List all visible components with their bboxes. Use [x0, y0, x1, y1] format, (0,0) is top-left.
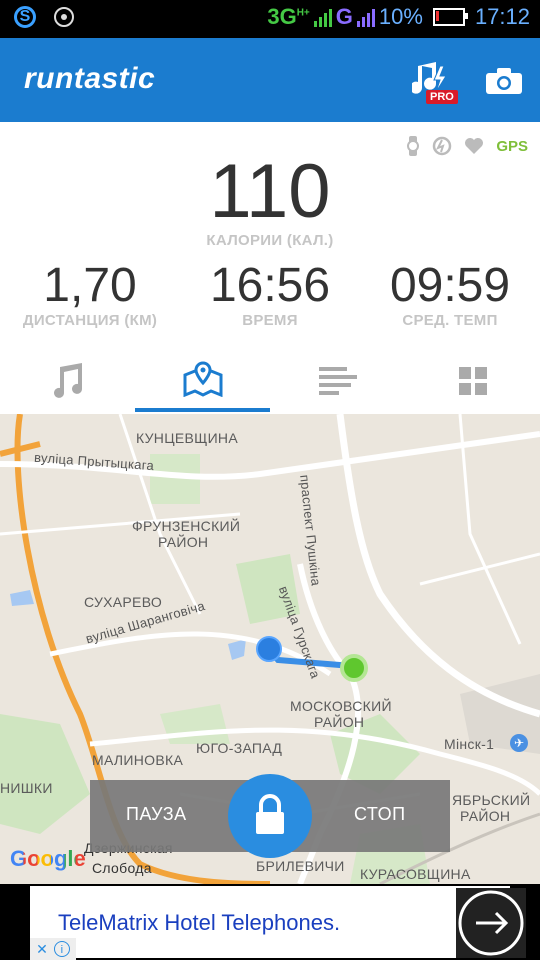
tab-stats[interactable]	[270, 350, 405, 412]
status-bar: S 3GH+ G 10% 17:12	[0, 0, 540, 38]
arrow-right-icon	[458, 890, 524, 956]
app-bar: runtastic	[0, 38, 540, 122]
map-label: Слобода	[92, 860, 152, 876]
grid-icon	[458, 367, 487, 395]
map-label: ЮГО-ЗАПАД	[196, 740, 283, 756]
calories-label: КАЛОРИИ (КАЛ.)	[206, 232, 334, 249]
map-label: РАЙОН	[314, 714, 365, 730]
network-3g: 3GH+	[267, 4, 310, 29]
ad-text[interactable]: TeleMatrix Hotel Telephones.	[58, 910, 340, 936]
map-label: МОСКОВСКИЙ	[290, 698, 392, 714]
close-icon[interactable]: ✕	[36, 941, 48, 958]
map-icon	[183, 361, 222, 397]
distance-value: 1,70	[43, 259, 137, 312]
session-tabs	[0, 350, 540, 414]
skype-icon: S	[14, 6, 36, 28]
tab-overview[interactable]	[405, 350, 540, 412]
airport-icon: ✈	[510, 734, 528, 752]
signal-bars-2-icon	[356, 7, 375, 27]
music-icon	[53, 363, 82, 398]
stop-button[interactable]: СТОП	[354, 804, 406, 825]
clock: 17:12	[474, 4, 530, 29]
location-icon	[54, 7, 74, 27]
distance-label: ДИСТАНЦИЯ (КМ)	[22, 312, 158, 329]
lock-icon	[256, 794, 284, 834]
map-label: РАЙОН	[460, 808, 511, 824]
tab-map[interactable]	[135, 350, 270, 412]
map-label: КУНЦЕВЩИНА	[136, 430, 238, 446]
calories-value: 110	[209, 149, 331, 234]
pace-label: СРЕД. ТЕМП	[402, 312, 498, 329]
pace-value: 09:59	[389, 259, 511, 312]
battery-percent: 10%	[378, 4, 423, 29]
time-label: ВРЕМЯ	[242, 312, 298, 329]
map-label: ЯБРЬСКИЙ	[452, 792, 531, 808]
tab-music[interactable]	[0, 350, 135, 412]
map-label: МАЛИНОВКА	[92, 752, 184, 768]
time-stat: 16:56 ВРЕМЯ	[180, 256, 360, 329]
map-label: Мінск-1	[444, 736, 495, 752]
map-label: СУХАРЕВО	[84, 594, 163, 610]
battery-icon	[432, 8, 468, 26]
end-marker	[340, 654, 368, 682]
network-g: G	[335, 4, 353, 29]
camera-icon[interactable]	[486, 68, 522, 94]
info-icon[interactable]: i	[53, 941, 70, 957]
time-value: 16:56	[209, 259, 331, 312]
map-label: ФРУНЗЕНСКИЙ	[132, 518, 241, 534]
map-label: НИШКИ	[0, 780, 53, 796]
ad-arrow-button[interactable]	[456, 888, 526, 958]
start-marker	[256, 636, 282, 662]
pro-badge: PRO	[426, 90, 458, 104]
ad-content[interactable]: TeleMatrix Hotel Telephones.	[30, 886, 526, 958]
lock-button[interactable]	[228, 774, 312, 858]
ad-close-controls: ✕ i	[30, 938, 76, 960]
pace-stat: 09:59 СРЕД. ТЕМП	[360, 256, 540, 329]
map-label: КУРАСОВЩИНА	[360, 866, 471, 882]
stats-bars-icon	[318, 367, 357, 395]
map-label: БРИЛЕВИЧИ	[256, 858, 345, 874]
signal-bars-icon	[313, 7, 332, 27]
ad-banner: TeleMatrix Hotel Telephones.	[0, 884, 540, 960]
map-label: РАЙОН	[158, 534, 209, 550]
runtastic-logo: runtastic	[24, 62, 156, 95]
google-logo: Google	[10, 846, 86, 871]
distance-stat: 1,70 ДИСТАНЦИЯ (КМ)	[0, 256, 180, 329]
pause-button[interactable]: ПАУЗА	[126, 804, 187, 825]
